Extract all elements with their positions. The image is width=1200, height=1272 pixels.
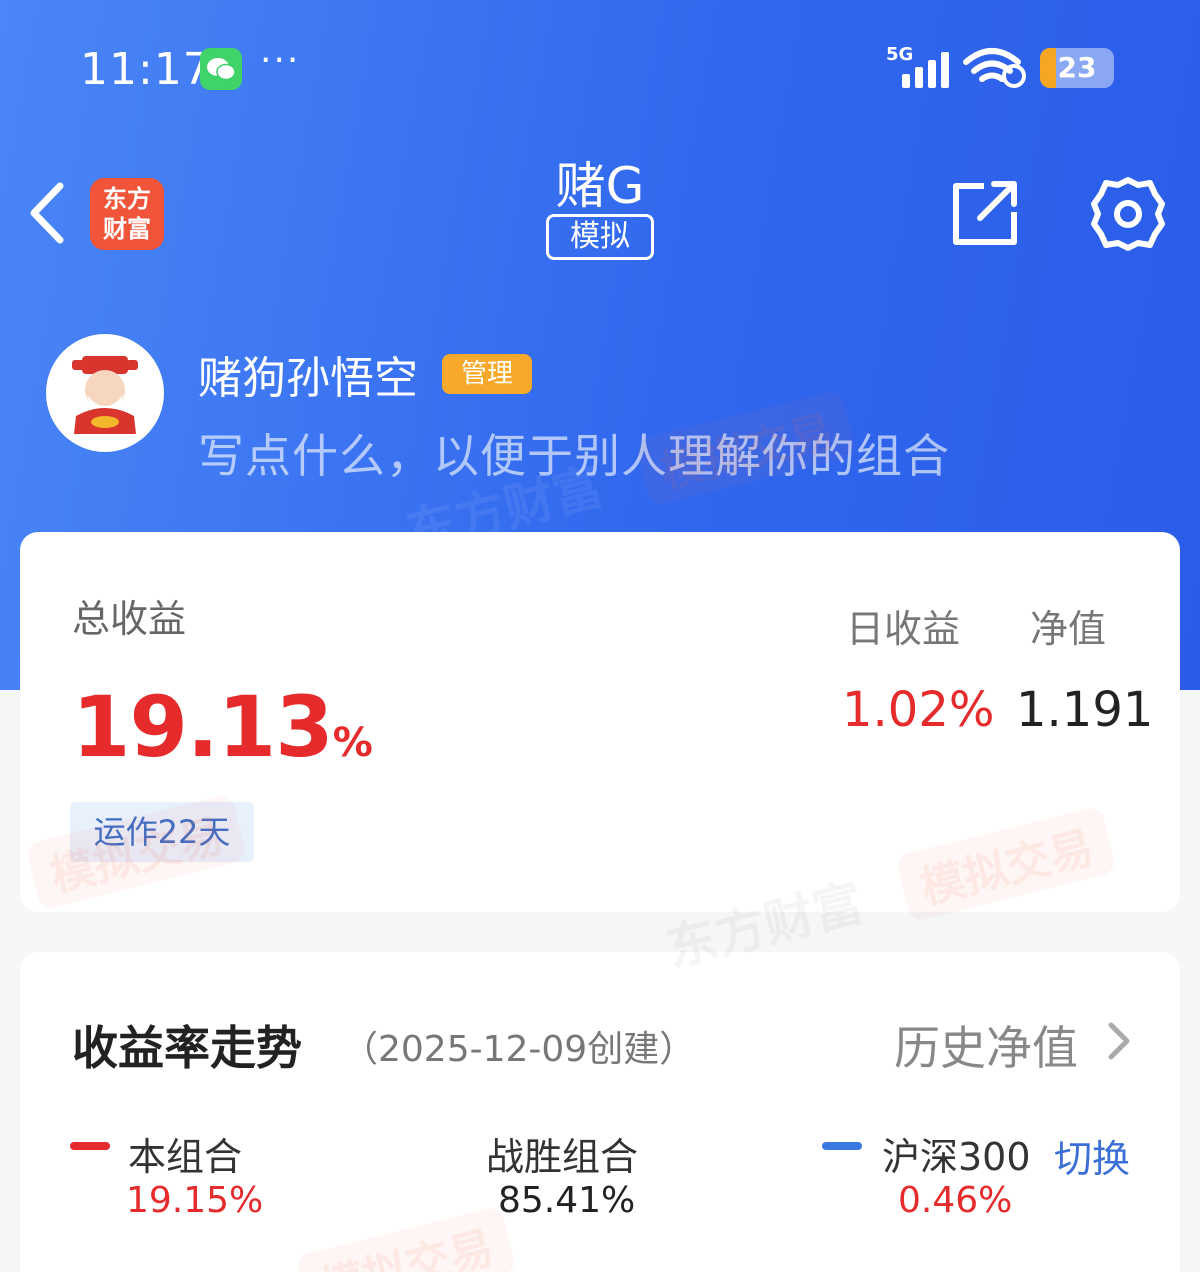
history-nav-link[interactable]: 历史净值	[894, 1012, 1078, 1078]
trend-card: 收益率走势 （2025-12-09创建） 历史净值 本组合 19.15% 战胜组…	[20, 952, 1180, 1272]
trend-title: 收益率走势	[72, 1021, 302, 1075]
portfolio-legend-label: 本组合	[128, 1135, 243, 1179]
benchmark-legend-label: 沪深300	[882, 1135, 1031, 1179]
role-badge: 管理	[442, 354, 532, 394]
status-time: 11:17	[80, 44, 212, 95]
chevron-right-icon[interactable]	[1106, 1020, 1132, 1062]
trend-created-date: （2025-12-09创建）	[342, 1029, 696, 1070]
benchmark-return: 0.46%	[898, 1180, 1013, 1221]
net-value: 1.191	[1016, 682, 1154, 738]
beat-portfolio-value: 85.41%	[498, 1180, 636, 1221]
more-notifications-icon: ···	[260, 40, 301, 81]
battery-icon: 23	[1040, 48, 1114, 88]
benchmark-legend-line	[822, 1142, 862, 1150]
back-arrow-icon[interactable]	[24, 180, 72, 246]
avatar[interactable]	[46, 334, 164, 452]
total-return-label: 总收益	[72, 597, 187, 641]
battery-level: 23	[1057, 51, 1097, 84]
page-title: 赌G	[555, 157, 645, 215]
portfolio-return: 19.15%	[126, 1180, 264, 1221]
daily-return-value: 1.02%	[842, 682, 995, 738]
beat-portfolio-label: 战胜组合	[486, 1135, 639, 1179]
portfolio-legend-line	[70, 1142, 110, 1150]
total-return-value: 19.13%	[72, 678, 373, 776]
share-icon[interactable]	[950, 180, 1020, 246]
switch-benchmark-button[interactable]: 切换	[1054, 1128, 1130, 1183]
net-value-label: 净值	[1030, 607, 1107, 651]
wifi-icon	[963, 48, 1026, 88]
app-logo: 东方 财富	[90, 178, 164, 250]
mode-badge: 模拟	[546, 214, 654, 260]
signal-icon	[902, 52, 949, 88]
daily-return-label: 日收益	[846, 607, 961, 651]
settings-gear-icon[interactable]	[1090, 176, 1166, 252]
wechat-notification-icon	[200, 48, 242, 90]
username: 赌狗孙悟空	[198, 353, 418, 404]
